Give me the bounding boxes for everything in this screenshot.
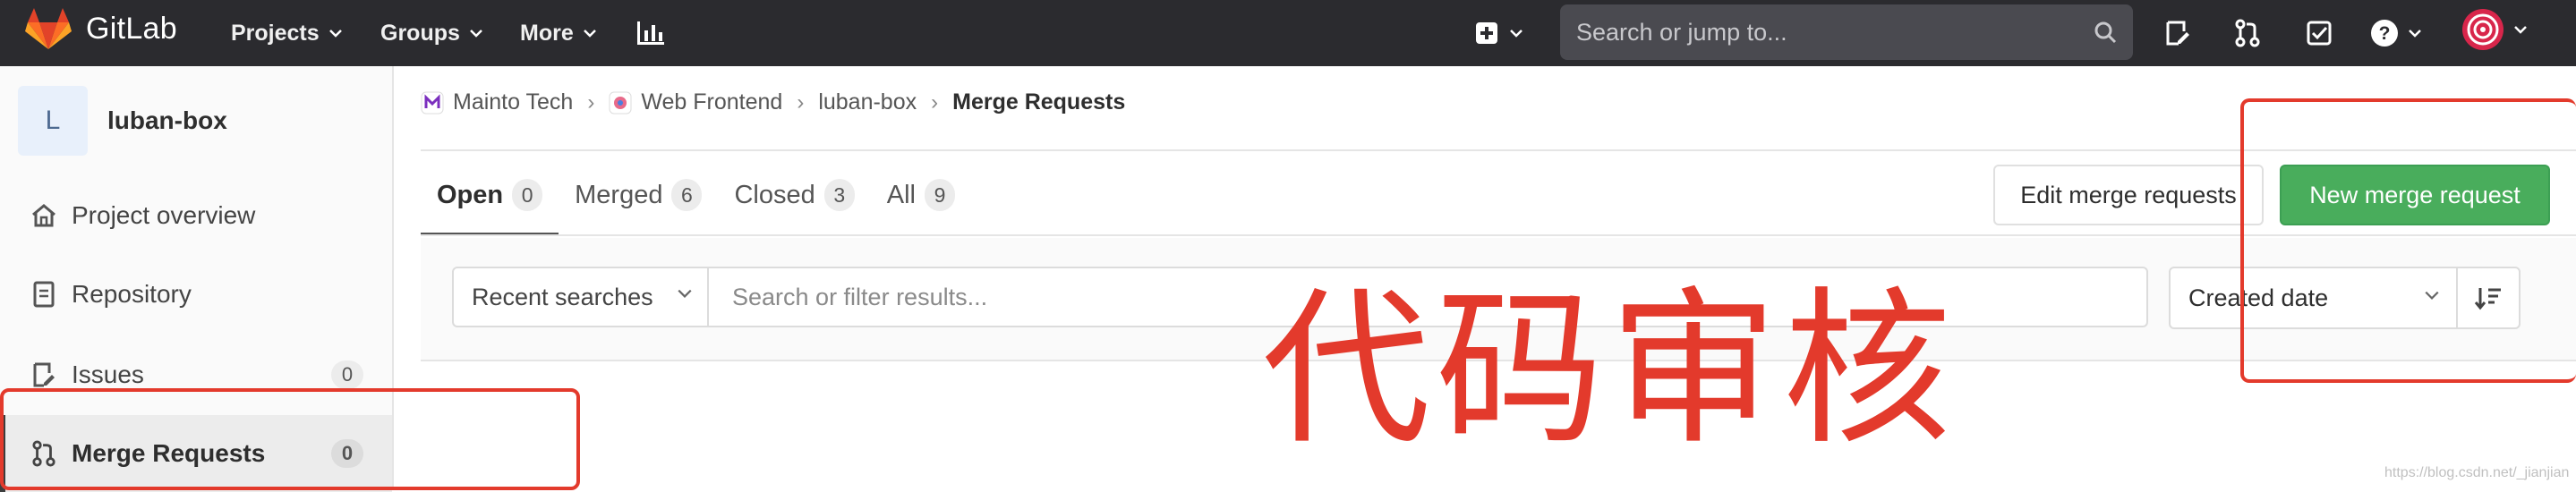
user-menu[interactable] <box>2461 9 2528 50</box>
help-icon: ? <box>2371 20 2398 47</box>
tab-label: Closed <box>734 180 815 209</box>
tab-label: All <box>886 180 916 209</box>
chevron-down-icon <box>678 289 692 298</box>
gitlab-tanuki-icon <box>25 8 72 49</box>
tab-merged[interactable]: Merged 6 <box>559 154 718 236</box>
svg-text:?: ? <box>2379 23 2391 44</box>
todo-issues-button[interactable] <box>2164 14 2191 52</box>
merge-request-icon <box>2235 19 2260 47</box>
nav-more[interactable]: More <box>520 0 597 66</box>
document-icon <box>29 281 59 308</box>
annotation-box-sidebar <box>0 388 580 490</box>
annotation-text: 代码审核 <box>1262 272 1957 468</box>
activity-chart-button[interactable] <box>635 14 666 52</box>
tab-all[interactable]: All 9 <box>871 154 971 236</box>
chevron-down-icon <box>1510 30 1523 38</box>
recent-searches-label: Recent searches <box>472 283 653 310</box>
gitlab-logo[interactable]: GitLab <box>25 7 177 50</box>
sidebar-item-project-overview[interactable]: Project overview <box>0 177 392 254</box>
chevron-down-icon <box>583 30 596 38</box>
todos-button[interactable] <box>2306 14 2333 52</box>
breadcrumb: Mainto Tech › Web Frontend › luban-box ›… <box>421 89 1125 115</box>
tab-closed[interactable]: Closed 3 <box>718 154 870 236</box>
sidebar-item-label: Repository <box>72 280 192 308</box>
tab-count-badge: 6 <box>671 179 703 211</box>
project-name: luban-box <box>107 106 227 134</box>
breadcrumb-group-mainto[interactable]: Mainto Tech <box>421 89 573 115</box>
breadcrumb-label: Mainto Tech <box>453 89 574 115</box>
tab-count-badge: 0 <box>512 179 543 211</box>
issues-icon <box>29 361 59 388</box>
nav-projects-label: Projects <box>231 20 320 46</box>
nav-projects[interactable]: Projects <box>231 0 343 66</box>
help-dropdown[interactable]: ? <box>2370 14 2422 52</box>
merge-request-state-tabs: Open 0 Merged 6 Closed 3 All 9 <box>421 154 971 236</box>
breadcrumb-group-web-frontend[interactable]: Web Frontend <box>609 89 782 115</box>
breadcrumb-current[interactable]: Merge Requests <box>952 89 1125 115</box>
breadcrumb-separator: › <box>797 89 805 115</box>
home-icon <box>29 203 59 228</box>
filter-placeholder: Search or filter results... <box>732 283 988 310</box>
nav-groups-label: Groups <box>380 20 460 46</box>
bar-chart-icon <box>637 21 664 45</box>
sidebar-item-repository[interactable]: Repository <box>0 256 392 333</box>
breadcrumb-label: luban-box <box>818 89 917 115</box>
watermark: https://blog.csdn.net/_jianjian <box>2384 465 2570 480</box>
tab-count-badge: 3 <box>823 179 855 211</box>
issues-count-badge: 0 <box>331 361 363 389</box>
chevron-down-icon <box>328 30 342 38</box>
tab-label: Merged <box>575 180 663 209</box>
top-navbar: GitLab Projects Groups More Search or ju… <box>0 0 2576 66</box>
chevron-down-icon <box>2514 26 2527 34</box>
search-icon <box>2094 21 2117 44</box>
checkbox-icon <box>2307 21 2332 46</box>
project-avatar: L <box>18 86 88 156</box>
chevron-down-icon <box>470 30 482 38</box>
breadcrumb-label: Merge Requests <box>952 89 1126 115</box>
sidebar-item-label: Issues <box>72 361 144 388</box>
nav-more-label: More <box>520 20 574 46</box>
user-avatar-icon <box>2462 9 2503 50</box>
breadcrumb-separator: › <box>587 89 595 115</box>
annotation-box-buttons <box>2240 98 2576 383</box>
chevron-down-icon <box>2409 30 2421 38</box>
nav-groups[interactable]: Groups <box>380 0 483 66</box>
tab-open[interactable]: Open 0 <box>421 154 559 236</box>
new-item-dropdown[interactable] <box>1475 14 1523 52</box>
breadcrumb-label: Web Frontend <box>641 89 783 115</box>
recent-searches-dropdown[interactable]: Recent searches <box>452 267 709 327</box>
edit-merge-requests-button[interactable]: Edit merge requests <box>1993 165 2264 225</box>
sidebar-item-label: Project overview <box>72 201 256 229</box>
brand-name: GitLab <box>86 11 177 46</box>
global-search-input[interactable]: Search or jump to... <box>1560 4 2133 60</box>
group-avatar-icon <box>609 91 632 114</box>
search-placeholder: Search or jump to... <box>1576 18 1787 46</box>
group-avatar-icon <box>421 91 444 114</box>
breadcrumb-separator: › <box>931 89 939 115</box>
project-header[interactable]: L luban-box <box>18 86 227 156</box>
breadcrumb-project[interactable]: luban-box <box>818 89 917 115</box>
tab-label: Open <box>437 180 504 209</box>
plus-square-icon <box>1476 22 1497 44</box>
issues-icon <box>2166 21 2189 46</box>
tab-count-badge: 9 <box>924 179 955 211</box>
merge-requests-button[interactable] <box>2234 14 2261 52</box>
